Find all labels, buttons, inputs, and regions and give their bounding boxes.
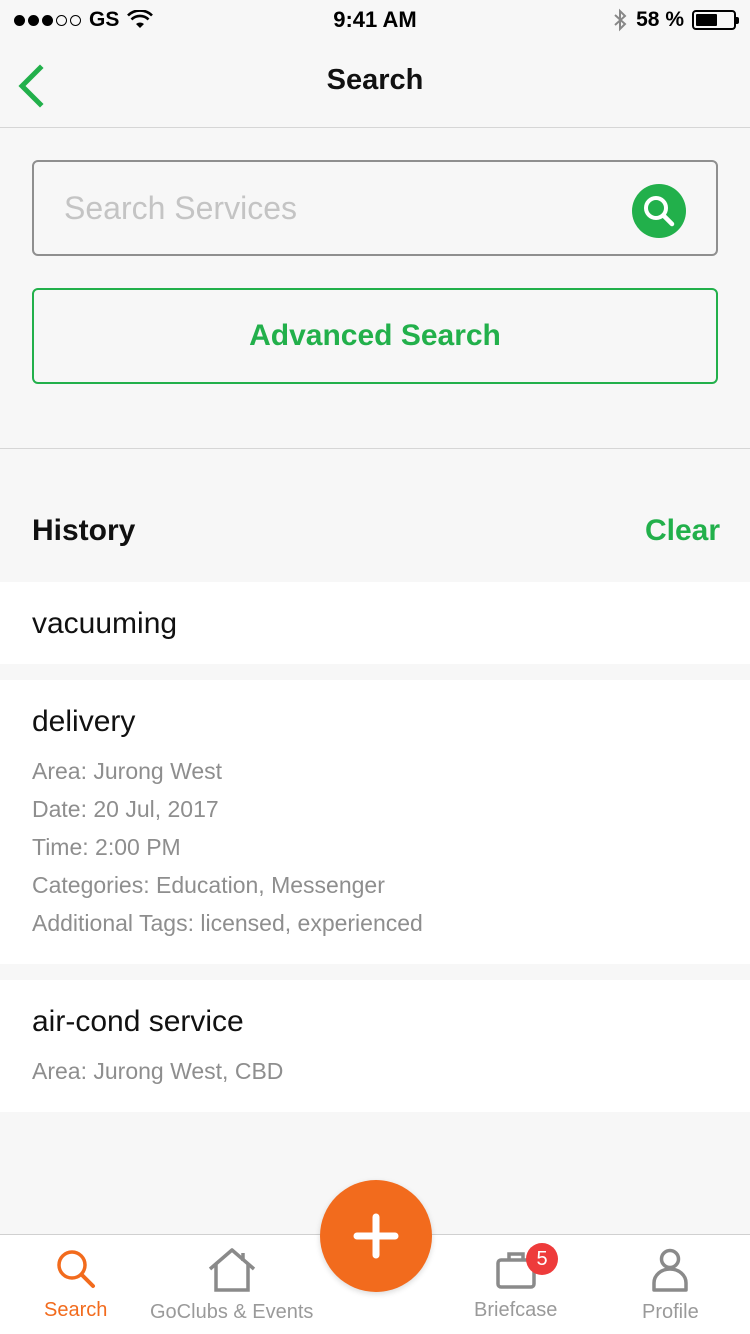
search-icon bbox=[644, 196, 675, 227]
history-item[interactable]: vacuuming bbox=[0, 582, 750, 664]
history-item-time: Time: 2:00 PM bbox=[32, 834, 181, 860]
signal-strength-icon bbox=[14, 14, 81, 26]
search-input[interactable] bbox=[64, 182, 624, 234]
tab-profile[interactable]: Profile bbox=[642, 1247, 699, 1324]
bluetooth-icon bbox=[614, 8, 627, 32]
history-item-title: air-cond service bbox=[32, 1005, 244, 1038]
history-item-details: Area: Jurong West, CBD bbox=[32, 1052, 718, 1090]
briefcase-badge: 5 bbox=[526, 1243, 558, 1275]
history-item-title: vacuuming bbox=[32, 607, 178, 640]
history-item-area: Area: Jurong West, CBD bbox=[32, 1058, 284, 1084]
search-box bbox=[32, 160, 718, 256]
history-item[interactable]: delivery Area: Jurong West Date: 20 Jul,… bbox=[0, 680, 750, 964]
tab-label: Profile bbox=[642, 1301, 699, 1323]
search-button[interactable] bbox=[632, 184, 686, 238]
carrier-name: GS bbox=[89, 8, 120, 31]
tab-goclubs-events[interactable]: GoClubs & Events bbox=[150, 1247, 313, 1324]
history-list: vacuuming delivery Area: Jurong West Dat… bbox=[0, 582, 750, 1128]
tab-briefcase[interactable]: 5 Briefcase bbox=[474, 1243, 558, 1322]
history-item[interactable]: air-cond service Area: Jurong West, CBD bbox=[0, 980, 750, 1112]
status-left: GS bbox=[14, 8, 154, 32]
history-item-categories: Categories: Education, Messenger bbox=[32, 872, 385, 898]
profile-icon bbox=[652, 1248, 689, 1292]
search-icon bbox=[56, 1250, 95, 1288]
tab-label: Search bbox=[44, 1299, 108, 1321]
battery-level bbox=[696, 14, 717, 26]
home-icon bbox=[208, 1248, 255, 1292]
section-divider bbox=[0, 448, 750, 449]
history-item-date: Date: 20 Jul, 2017 bbox=[32, 796, 219, 822]
history-item-tags: Additional Tags: licensed, experienced bbox=[32, 910, 423, 936]
status-right: 58 % bbox=[612, 8, 739, 32]
advanced-search-button[interactable]: Advanced Search bbox=[32, 288, 718, 384]
tab-search[interactable]: Search bbox=[44, 1247, 107, 1322]
page-title: Search bbox=[326, 64, 424, 96]
tab-label: Briefcase bbox=[474, 1299, 558, 1321]
status-bar: GS 9:41 AM 58 % bbox=[0, 0, 750, 40]
battery-percent: 58 % bbox=[636, 8, 684, 31]
history-item-area: Area: Jurong West bbox=[32, 758, 223, 784]
wifi-icon bbox=[127, 10, 154, 28]
plus-icon bbox=[353, 1213, 399, 1259]
tab-label: GoClubs & Events bbox=[150, 1301, 314, 1323]
history-item-title: delivery bbox=[32, 705, 136, 738]
clear-history-button[interactable]: Clear bbox=[645, 514, 720, 548]
history-heading: History bbox=[32, 514, 136, 547]
history-item-details: Area: Jurong West Date: 20 Jul, 2017 Tim… bbox=[32, 752, 718, 942]
add-button[interactable] bbox=[320, 1180, 432, 1292]
nav-bar: Search bbox=[0, 40, 750, 128]
battery-icon bbox=[692, 10, 739, 30]
